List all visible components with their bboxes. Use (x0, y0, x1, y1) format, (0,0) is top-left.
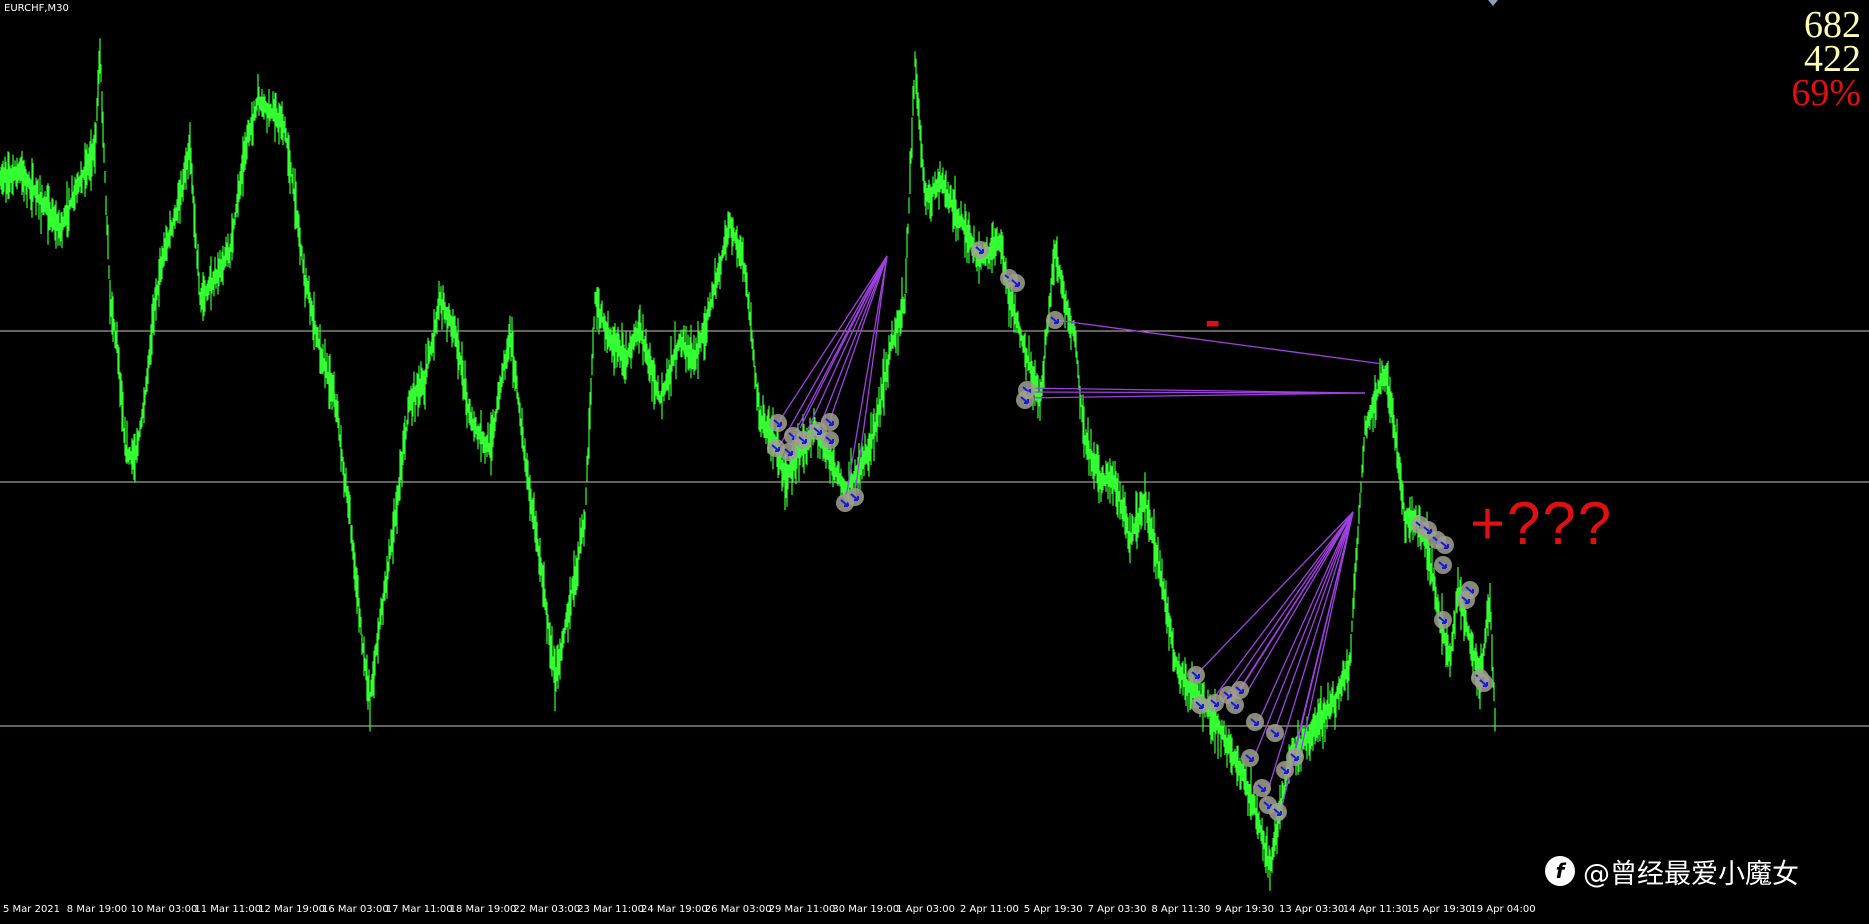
trade-arrow-icon[interactable] (821, 431, 839, 449)
time-label: 17 Mar 11:00 (385, 904, 453, 915)
trade-arrow-icon[interactable] (769, 414, 787, 432)
stats-panel: 682 422 69% (1791, 4, 1861, 114)
stat-value-1: 682 (1804, 4, 1861, 46)
trade-line (1239, 511, 1354, 691)
time-label: 9 Apr 19:30 (1215, 904, 1275, 915)
trade-line (777, 255, 888, 424)
time-label: 23 Mar 11:00 (577, 904, 644, 915)
trade-arrow-icon[interactable] (1475, 674, 1493, 692)
trade-arrow-icon[interactable] (1226, 696, 1244, 714)
time-label: 13 Apr 03:30 (1279, 904, 1345, 915)
logo-icon: f (1545, 856, 1575, 886)
time-label: 22 Mar 03:00 (513, 904, 581, 915)
trade-arrow-icon[interactable] (1016, 391, 1034, 409)
plus-annotation: +??? (1470, 490, 1614, 557)
stat-value-2: 422 (1804, 38, 1861, 80)
price-bars (0, 38, 1496, 891)
time-label: 2 Apr 11:00 (960, 904, 1019, 915)
trade-arrow-icon[interactable] (1046, 311, 1064, 329)
time-label: 24 Mar 19:00 (641, 904, 708, 915)
trade-line (799, 255, 888, 429)
time-axis: 5 Mar 2021 8 Mar 19:00 10 Mar 03:00 11 Mar … (0, 900, 1869, 924)
trade-line (1264, 511, 1354, 801)
trade-arrow-icon[interactable] (1253, 779, 1271, 797)
trade-arrow-icon[interactable] (1007, 274, 1025, 292)
time-label: 11 Mar 11:00 (194, 904, 262, 915)
watermark: f @曾经最爱小魔女 (1545, 853, 1799, 890)
trade-arrow-icon[interactable] (971, 241, 989, 259)
symbol-title: EURCHF,M30 (4, 3, 69, 14)
trade-arrow-icon[interactable] (780, 443, 798, 461)
time-label: 15 Apr 19:30 (1406, 904, 1472, 915)
time-label: 18 Mar 19:00 (449, 904, 517, 915)
time-label: 14 Apr 11:30 (1342, 904, 1408, 915)
trade-arrow-icon[interactable] (1434, 611, 1452, 629)
time-label: 30 Mar 19:00 (832, 904, 900, 915)
trade-arrow-icon[interactable] (1269, 803, 1287, 821)
time-label: 12 Mar 19:00 (258, 904, 325, 915)
trade-arrow-icon[interactable] (1187, 666, 1205, 684)
trade-arrow-icon[interactable] (1241, 749, 1259, 767)
chart-window[interactable]: EURCHF,M30 682 422 69% - +??? 5 Mar 2021… (0, 0, 1869, 924)
trade-arrow-icon[interactable] (1286, 748, 1304, 766)
price-chart[interactable] (0, 0, 1869, 924)
time-label: 29 Mar 11:00 (768, 904, 836, 915)
price-series (0, 38, 1496, 891)
trade-arrow-icon[interactable] (1246, 713, 1264, 731)
trade-arrow-icon[interactable] (1434, 556, 1452, 574)
trade-arrow-icon[interactable] (1436, 536, 1454, 554)
time-label: 8 Apr 11:30 (1151, 904, 1211, 915)
time-label: 5 Mar 2021 (3, 904, 61, 915)
trade-arrow-icon[interactable] (1266, 724, 1284, 742)
time-label: 8 Mar 19:00 (66, 904, 128, 915)
trade-lines (775, 255, 1384, 816)
time-label: 5 Apr 19:30 (1023, 904, 1083, 915)
time-label: 1 Apr 03:00 (896, 904, 956, 915)
trade-line (1021, 392, 1366, 399)
time-label: 19 Apr 04:00 (1470, 904, 1536, 915)
triangle-down-icon[interactable] (1488, 0, 1498, 6)
trade-line (1246, 511, 1354, 693)
trade-arrow-icon[interactable] (1457, 591, 1475, 609)
watermark-text: @曾经最爱小魔女 (1583, 858, 1799, 890)
trade-arrow-icon[interactable] (821, 413, 839, 431)
time-label: 7 Apr 03:30 (1087, 904, 1147, 915)
stat-percent: 69% (1791, 72, 1861, 114)
time-label: 26 Mar 03:00 (704, 904, 772, 915)
time-label: 16 Mar 03:00 (322, 904, 389, 915)
trade-arrow-icon[interactable] (794, 431, 812, 449)
minus-annotation: - (1205, 294, 1221, 346)
trade-line (1195, 511, 1354, 676)
time-label: 10 Mar 03:00 (130, 904, 198, 915)
trade-arrow-icon[interactable] (846, 488, 864, 506)
